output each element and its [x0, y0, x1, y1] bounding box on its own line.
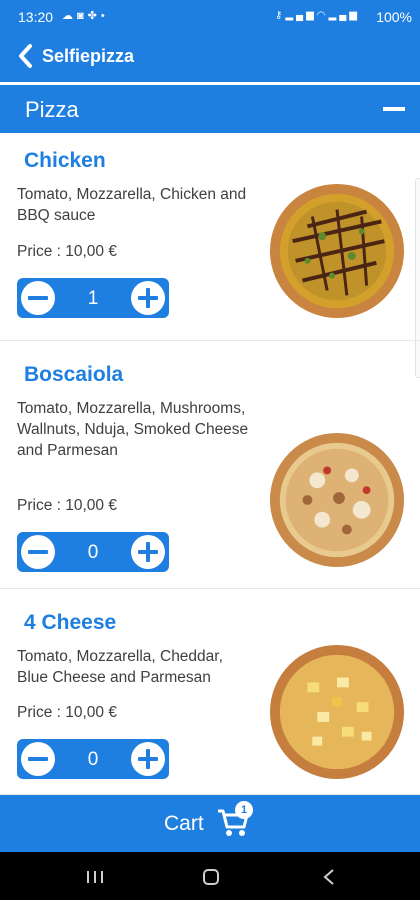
item-price: Price : 10,00 € — [17, 497, 117, 514]
system-nav-bar — [0, 852, 420, 900]
status-time: 13:20 — [18, 9, 54, 25]
pizza-image — [269, 644, 405, 780]
recent-apps-icon[interactable] — [86, 870, 104, 884]
item-price: Price : 10,00 € — [17, 704, 117, 721]
chevron-left-icon[interactable] — [16, 43, 36, 69]
signal-icon: ▂▄▆ — [285, 10, 317, 21]
category-label: Pizza — [25, 97, 79, 122]
list-item: 4 Cheese Tomato, Mozzarella, Cheddar, Bl… — [0, 589, 420, 795]
item-description: Tomato, Mozzarella, Cheddar, Blue Cheese… — [17, 648, 223, 686]
product-list: Chicken Tomato, Mozzarella, Chicken and … — [0, 133, 420, 795]
home-icon[interactable] — [203, 869, 219, 885]
plus-circle-icon[interactable] — [131, 281, 165, 315]
app-bar: Selfiepizza — [0, 32, 420, 82]
status-bar: 13:20 ☁◙✤• ⚷▂▄▆◠▂▄▆ 100% — [0, 0, 420, 32]
quantity-value: 1 — [87, 288, 99, 309]
item-name: Boscaiola — [24, 363, 124, 386]
quantity-value: 0 — [87, 542, 99, 563]
cart-count-badge: 1 — [235, 801, 253, 819]
minus-icon[interactable] — [383, 107, 405, 111]
status-left-icons: ☁◙✤• — [62, 9, 109, 22]
minus-circle-icon[interactable] — [21, 742, 55, 776]
app-title: Selfiepizza — [42, 46, 135, 66]
category-header[interactable]: Pizza — [0, 85, 420, 133]
quantity-stepper: 0 — [17, 739, 169, 779]
quantity-stepper: 0 — [17, 532, 169, 572]
back-icon[interactable] — [322, 868, 336, 886]
dot-icon: • — [100, 10, 109, 22]
battery-level: 100% — [376, 9, 412, 25]
item-description: Tomato, Mozzarella, Chicken and BBQ sauc… — [17, 186, 247, 224]
minus-circle-icon[interactable] — [21, 281, 55, 315]
minus-circle-icon[interactable] — [21, 535, 55, 569]
cart-label: Cart — [164, 812, 204, 835]
pizza-image — [269, 432, 405, 568]
cart-button[interactable]: Cart 1 — [0, 795, 420, 852]
key-icon: ⚷ — [275, 10, 286, 21]
android-icon: ✤ — [87, 10, 101, 22]
list-item: Boscaiola Tomato, Mozzarella, Mushrooms,… — [0, 341, 420, 589]
item-name: Chicken — [24, 149, 106, 172]
list-item: Chicken Tomato, Mozzarella, Chicken and … — [0, 133, 420, 341]
plus-circle-icon[interactable] — [131, 535, 165, 569]
item-price: Price : 10,00 € — [17, 243, 117, 260]
pizza-image — [269, 183, 405, 319]
quantity-stepper: 1 — [17, 278, 169, 318]
signal-icon: ▂▄▆ — [328, 10, 360, 21]
plus-circle-icon[interactable] — [131, 742, 165, 776]
item-description: Tomato, Mozzarella, Mushrooms, Wallnuts,… — [17, 400, 249, 459]
item-name: 4 Cheese — [24, 611, 117, 634]
wifi-icon: ◠ — [316, 10, 329, 21]
quantity-value: 0 — [87, 749, 99, 770]
instagram-icon: ◙ — [77, 10, 88, 22]
cloud-icon: ☁ — [62, 10, 77, 22]
status-right-icons: ⚷▂▄▆◠▂▄▆ — [275, 10, 360, 21]
